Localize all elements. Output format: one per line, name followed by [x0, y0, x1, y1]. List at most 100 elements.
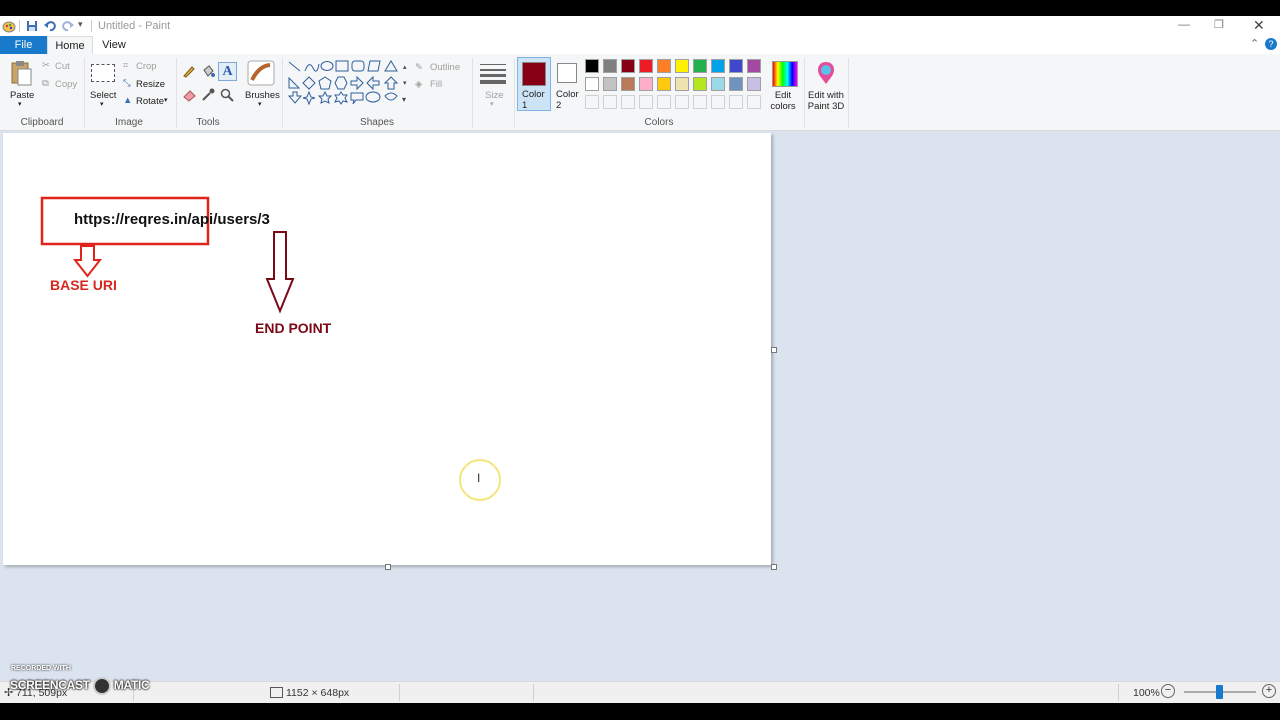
palette-swatch[interactable]	[675, 77, 689, 91]
zoom-out-button[interactable]: −	[1161, 684, 1175, 698]
palette-swatch[interactable]	[657, 59, 671, 73]
tab-file[interactable]: File	[0, 36, 47, 54]
fill-button[interactable]: Fill	[430, 79, 442, 90]
rotate-icon: ▲	[123, 95, 133, 106]
collapse-ribbon-icon[interactable]: ⌃	[1250, 37, 1259, 50]
colors-group-label: Colors	[644, 117, 674, 128]
fill-bucket-icon[interactable]	[201, 64, 215, 78]
image-group-label: Image	[115, 117, 143, 128]
canvas-size-icon	[270, 687, 283, 698]
tab-home[interactable]: Home	[47, 36, 93, 54]
palette-swatch[interactable]	[747, 59, 761, 73]
cut-button[interactable]: Cut	[55, 61, 70, 72]
zoom-level: 100%	[1133, 687, 1160, 699]
palette-swatch-empty[interactable]	[693, 95, 707, 109]
watermark-brand: SCREENCAST MATIC	[10, 677, 150, 695]
select-icon	[91, 64, 115, 82]
palette-swatch-empty[interactable]	[621, 95, 635, 109]
palette-swatch[interactable]	[693, 59, 707, 73]
palette-swatch[interactable]	[693, 77, 707, 91]
size-label: Size	[485, 90, 504, 101]
base-uri-label: BASE URI	[50, 277, 117, 293]
zoom-slider-thumb[interactable]	[1216, 685, 1223, 699]
palette-swatch[interactable]	[621, 77, 635, 91]
zoom-in-button[interactable]: +	[1262, 684, 1276, 698]
size-button[interactable]: Size ▾	[476, 58, 510, 110]
resize-handle-corner[interactable]	[771, 564, 777, 570]
palette-swatch-empty[interactable]	[585, 95, 599, 109]
canvas-drawing	[40, 196, 295, 314]
watermark-brand-right: MATIC	[113, 678, 150, 693]
palette-swatch[interactable]	[585, 77, 599, 91]
minimize-button[interactable]: —	[1178, 17, 1190, 31]
palette-swatch-empty[interactable]	[729, 95, 743, 109]
palette-swatch[interactable]	[711, 59, 725, 73]
palette-swatch[interactable]	[657, 77, 671, 91]
color1-label: Color 1	[522, 89, 545, 111]
color1-button[interactable]: Color 1	[517, 57, 551, 111]
color-picker-icon[interactable]	[201, 88, 215, 102]
quick-access-dropdown-icon[interactable]: ▾	[78, 19, 83, 30]
palette-swatch-empty[interactable]	[603, 95, 617, 109]
palette-swatch[interactable]	[729, 77, 743, 91]
shapes-group-label: Shapes	[360, 117, 394, 128]
help-icon[interactable]: ?	[1265, 38, 1277, 50]
svg-text:▾: ▾	[402, 95, 406, 104]
palette-swatch[interactable]	[621, 59, 635, 73]
brushes-label: Brushes	[245, 90, 280, 101]
palette-swatch-empty[interactable]	[747, 95, 761, 109]
close-button[interactable]: ✕	[1253, 17, 1265, 34]
palette-swatch[interactable]	[675, 59, 689, 73]
palette-swatch[interactable]	[639, 59, 653, 73]
resize-handle-right[interactable]	[771, 347, 777, 353]
copy-button[interactable]: Copy	[55, 79, 77, 90]
palette-swatch[interactable]	[747, 77, 761, 91]
base-uri-arrow	[72, 245, 103, 278]
save-icon[interactable]	[26, 20, 38, 32]
paste-button[interactable]: Paste ▾	[4, 58, 38, 110]
palette-swatch[interactable]	[603, 59, 617, 73]
screencast-logo-icon	[92, 677, 111, 695]
palette-swatch-empty[interactable]	[711, 95, 725, 109]
edit-colors-label: Edit colors	[770, 90, 796, 112]
palette-swatch[interactable]	[585, 59, 599, 73]
select-dropdown-icon: ▾	[100, 101, 104, 108]
palette-swatch-empty[interactable]	[657, 95, 671, 109]
palette-swatch[interactable]	[639, 77, 653, 91]
tab-view[interactable]: View	[96, 36, 132, 54]
eraser-icon[interactable]	[182, 88, 196, 102]
undo-icon[interactable]	[44, 20, 56, 32]
watermark-recorded: RECORDED WITH	[11, 665, 71, 672]
canvas-size: 1152 × 648px	[286, 687, 350, 699]
outline-button[interactable]: Outline	[430, 62, 460, 73]
magnifier-icon[interactable]	[220, 88, 234, 102]
resize-button[interactable]: Resize	[136, 79, 165, 90]
rainbow-icon	[772, 61, 798, 87]
rotate-button[interactable]: Rotate	[136, 96, 164, 107]
palette-swatch[interactable]	[711, 77, 725, 91]
brushes-button[interactable]: Brushes ▾	[244, 58, 280, 110]
outline-icon: ✎	[415, 62, 423, 73]
color2-button[interactable]: Color 2	[553, 57, 583, 111]
fill-icon: ◈	[415, 79, 423, 90]
brush-icon	[247, 60, 275, 86]
restore-button[interactable]: ❐	[1214, 18, 1224, 31]
crop-icon: ⌗	[123, 60, 129, 71]
redo-icon[interactable]	[62, 20, 74, 32]
copy-icon: ⧉	[42, 78, 49, 89]
crop-button[interactable]: Crop	[136, 61, 157, 72]
palette-swatch[interactable]	[603, 77, 617, 91]
status-bar: ✢ 711, 509px 1152 × 648px 100% − +	[0, 681, 1280, 704]
edit-colors-button[interactable]: Edit colors	[768, 58, 802, 112]
palette-swatch[interactable]	[729, 59, 743, 73]
pencil-icon[interactable]	[182, 64, 196, 78]
shapes-gallery[interactable]: ▴ ▾ ▾	[287, 60, 411, 112]
end-point-label: END POINT	[255, 320, 332, 336]
text-tool-icon[interactable]: A	[218, 62, 237, 81]
drawing-canvas[interactable]: https://reqres.in/api/users/3 BASE URI E…	[3, 133, 771, 565]
palette-swatch-empty[interactable]	[639, 95, 653, 109]
palette-swatch-empty[interactable]	[675, 95, 689, 109]
select-button[interactable]: Select ▾	[88, 58, 118, 110]
edit-paint3d-button[interactable]: Edit with Paint 3D	[806, 58, 846, 112]
resize-handle-bottom[interactable]	[385, 564, 391, 570]
